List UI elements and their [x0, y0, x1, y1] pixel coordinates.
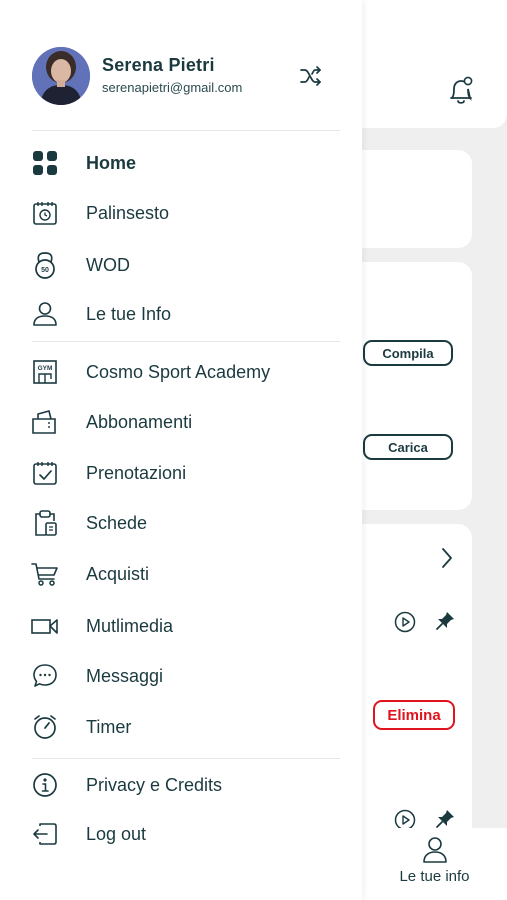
chevron-right-icon[interactable] [440, 546, 454, 570]
pin-icon[interactable] [434, 610, 456, 632]
chat-icon [28, 659, 62, 693]
svg-text:GYM: GYM [38, 365, 53, 372]
menu-item-prenotazioni[interactable]: Prenotazioni [28, 453, 348, 493]
menu-label: Acquisti [86, 563, 150, 584]
bottom-nav-info[interactable]: Le tue info [362, 828, 507, 900]
menu-label: Timer [86, 716, 132, 737]
ticket-icon [28, 405, 62, 439]
compila-button[interactable]: Compila [363, 340, 453, 366]
menu-label: Mutlimedia [86, 615, 174, 636]
menu-label: Home [86, 152, 137, 173]
menu-item-log-out[interactable]: Log out [28, 814, 348, 854]
menu-item-messaggi[interactable]: Messaggi [28, 656, 348, 696]
navigation-drawer: Serena Pietri serenapietri@gmail.com Hom… [0, 0, 362, 900]
menu-item-cosmo-sport-academy[interactable]: GYM Cosmo Sport Academy [28, 352, 348, 392]
user-icon [422, 836, 448, 864]
menu-item-wod[interactable]: 50 WOD [28, 245, 348, 285]
user-name: Serena Pietri [102, 55, 215, 75]
bottom-nav-label: Le tue info [399, 868, 470, 885]
menu-item-privacy-credits[interactable]: Privacy e Credits [28, 765, 348, 805]
menu-label: Privacy e Credits [86, 774, 223, 795]
play-icon[interactable] [393, 610, 417, 634]
menu-item-schede[interactable]: Schede [28, 503, 348, 543]
user-email: serenapietri@gmail.com [102, 80, 243, 95]
menu-item-acquisti[interactable]: Acquisti [28, 554, 348, 594]
video-icon [28, 609, 62, 643]
menu-label: Palinsesto [86, 202, 170, 223]
clipboard-icon [28, 506, 62, 540]
info-icon [28, 768, 62, 802]
menu-label: Le tue Info [86, 303, 172, 324]
menu-item-mutlimedia[interactable]: Mutlimedia [28, 606, 348, 646]
user-icon [28, 297, 62, 331]
divider [32, 758, 340, 759]
kettlebell-icon: 50 [28, 248, 62, 282]
menu-label: Messaggi [86, 665, 164, 686]
calendar-clock-icon [28, 196, 62, 230]
menu-item-home[interactable]: Home [28, 143, 348, 183]
gym-icon: GYM [28, 355, 62, 389]
menu-label: Abbonamenti [86, 411, 193, 432]
cart-icon [28, 557, 62, 591]
timer-icon [28, 710, 62, 744]
divider [32, 341, 340, 342]
menu-label: Cosmo Sport Academy [86, 361, 271, 382]
logout-icon [28, 817, 62, 851]
menu-item-le-tue-info[interactable]: Le tue Info [28, 294, 348, 334]
notification-bell-icon[interactable] [446, 74, 476, 108]
pin-icon[interactable] [434, 808, 456, 830]
calendar-check-icon [28, 456, 62, 490]
shuffle-icon[interactable] [299, 64, 323, 88]
grid-icon [28, 146, 62, 180]
menu-item-palinsesto[interactable]: Palinsesto [28, 193, 348, 233]
menu-label: Schede [86, 512, 148, 533]
divider [32, 130, 340, 131]
carica-button[interactable]: Carica [363, 434, 453, 460]
svg-text:50: 50 [41, 267, 49, 274]
menu-label: WOD [86, 254, 130, 275]
menu-item-abbonamenti[interactable]: Abbonamenti [28, 402, 348, 442]
menu-item-timer[interactable]: Timer [28, 707, 348, 747]
menu-label: Log out [86, 823, 147, 844]
avatar[interactable] [32, 47, 90, 105]
elimina-button[interactable]: Elimina [373, 700, 455, 730]
menu-label: Prenotazioni [86, 462, 187, 483]
